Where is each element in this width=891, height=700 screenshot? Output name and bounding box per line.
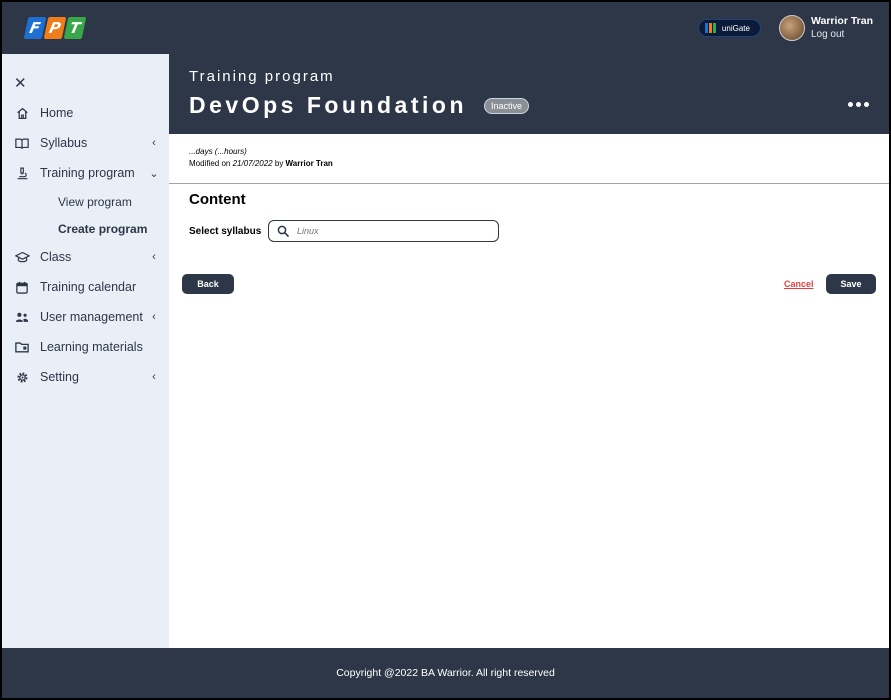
gear-icon [14, 371, 30, 384]
cancel-button[interactable]: Cancel [784, 279, 814, 289]
main-content: Training program DevOps Foundation Inact… [169, 54, 889, 648]
duration-text: ...days (...hours) [189, 147, 247, 156]
header-right: uniGate Warrior Tran Log out [697, 14, 873, 42]
sidebar-nav: Home Syllabus ‹ Training program ⌄ View … [2, 98, 169, 392]
sidebar-item-home[interactable]: Home [2, 98, 169, 128]
modified-date: 21/07/2022 [232, 159, 273, 168]
unigate-badge[interactable]: uniGate [697, 19, 761, 37]
more-options-icon[interactable] [848, 102, 869, 107]
sidebar-item-syllabus[interactable]: Syllabus ‹ [2, 128, 169, 158]
select-syllabus-label: Select syllabus [189, 226, 262, 237]
users-icon [14, 311, 30, 323]
chevron-left-icon: ‹ [152, 137, 156, 149]
sidebar-item-training-program[interactable]: Training program ⌄ [2, 158, 169, 188]
sidebar-item-label: Training calendar [40, 280, 137, 294]
chevron-left-icon: ‹ [152, 311, 156, 323]
syllabus-search-input[interactable] [297, 226, 477, 236]
top-header: F P T uniGate Warrior Tran Log out [2, 2, 889, 54]
unigate-label: uniGate [721, 23, 750, 33]
chevron-left-icon: ‹ [152, 371, 156, 383]
modified-user: Warrior Tran [285, 159, 333, 168]
avatar[interactable] [778, 15, 805, 41]
sidebar-item-label: Syllabus [40, 136, 88, 150]
modified-text: Modified on 21/07/2022 by Warrior Tran [189, 159, 333, 168]
divider [169, 183, 889, 184]
calendar-icon [14, 281, 30, 294]
sidebar-item-label: Training program [40, 166, 135, 180]
unigate-icon [704, 23, 716, 33]
sidebar-item-user-management[interactable]: User management ‹ [2, 302, 169, 332]
logo-letter-p: P [43, 17, 67, 39]
back-button[interactable]: Back [182, 274, 234, 294]
sidebar-item-label: Setting [40, 370, 79, 384]
graduation-cap-icon [14, 251, 30, 264]
page-title: DevOps Foundation [189, 92, 467, 118]
sidebar-subitem-view-program[interactable]: View program [2, 188, 169, 215]
save-button[interactable]: Save [826, 274, 876, 294]
chevron-down-icon: ⌄ [149, 167, 159, 180]
sidebar-item-label: Home [40, 106, 74, 120]
logo-letter-t: T [63, 17, 87, 39]
sidebar-item-class[interactable]: Class ‹ [2, 242, 169, 272]
home-icon [14, 107, 30, 120]
user-menu: Warrior Tran Log out [778, 14, 873, 42]
footer: Copyright @2022 BA Warrior. All right re… [2, 648, 889, 698]
sidebar-item-label: Class [40, 250, 72, 264]
sidebar-item-learning-materials[interactable]: Learning materials [2, 332, 169, 362]
chevron-left-icon: ‹ [152, 251, 156, 263]
folder-icon [14, 341, 30, 353]
content-heading: Content [189, 191, 246, 208]
close-icon[interactable]: ✕ [14, 74, 27, 92]
copyright-text: Copyright @2022 BA Warrior. All right re… [336, 667, 555, 679]
sidebar-item-setting[interactable]: Setting ‹ [2, 362, 169, 392]
status-badge: Inactive [484, 98, 530, 114]
title-band: Training program DevOps Foundation Inact… [169, 54, 889, 134]
book-icon [14, 137, 30, 150]
sidebar: ✕ Home Syllabus ‹ Training program ⌄ Vie… [2, 54, 169, 648]
logout-link[interactable]: Log out [811, 28, 873, 42]
sidebar-subitem-create-program[interactable]: Create program [2, 215, 169, 242]
app-window: F P T uniGate Warrior Tran Log out ✕ Hom… [0, 0, 891, 700]
microscope-icon [14, 166, 30, 180]
sidebar-item-label: User management [40, 310, 143, 324]
program-meta: ...days (...hours) Modified on 21/07/202… [189, 146, 333, 170]
sidebar-item-label: Learning materials [40, 340, 143, 354]
fpt-logo[interactable]: F P T [23, 17, 87, 39]
syllabus-search-box[interactable] [268, 220, 499, 242]
page-subtitle: Training program [189, 68, 335, 85]
search-icon [277, 225, 289, 237]
logo-letter-f: F [23, 17, 47, 39]
sidebar-item-training-calendar[interactable]: Training calendar [2, 272, 169, 302]
user-name: Warrior Tran [810, 15, 873, 27]
